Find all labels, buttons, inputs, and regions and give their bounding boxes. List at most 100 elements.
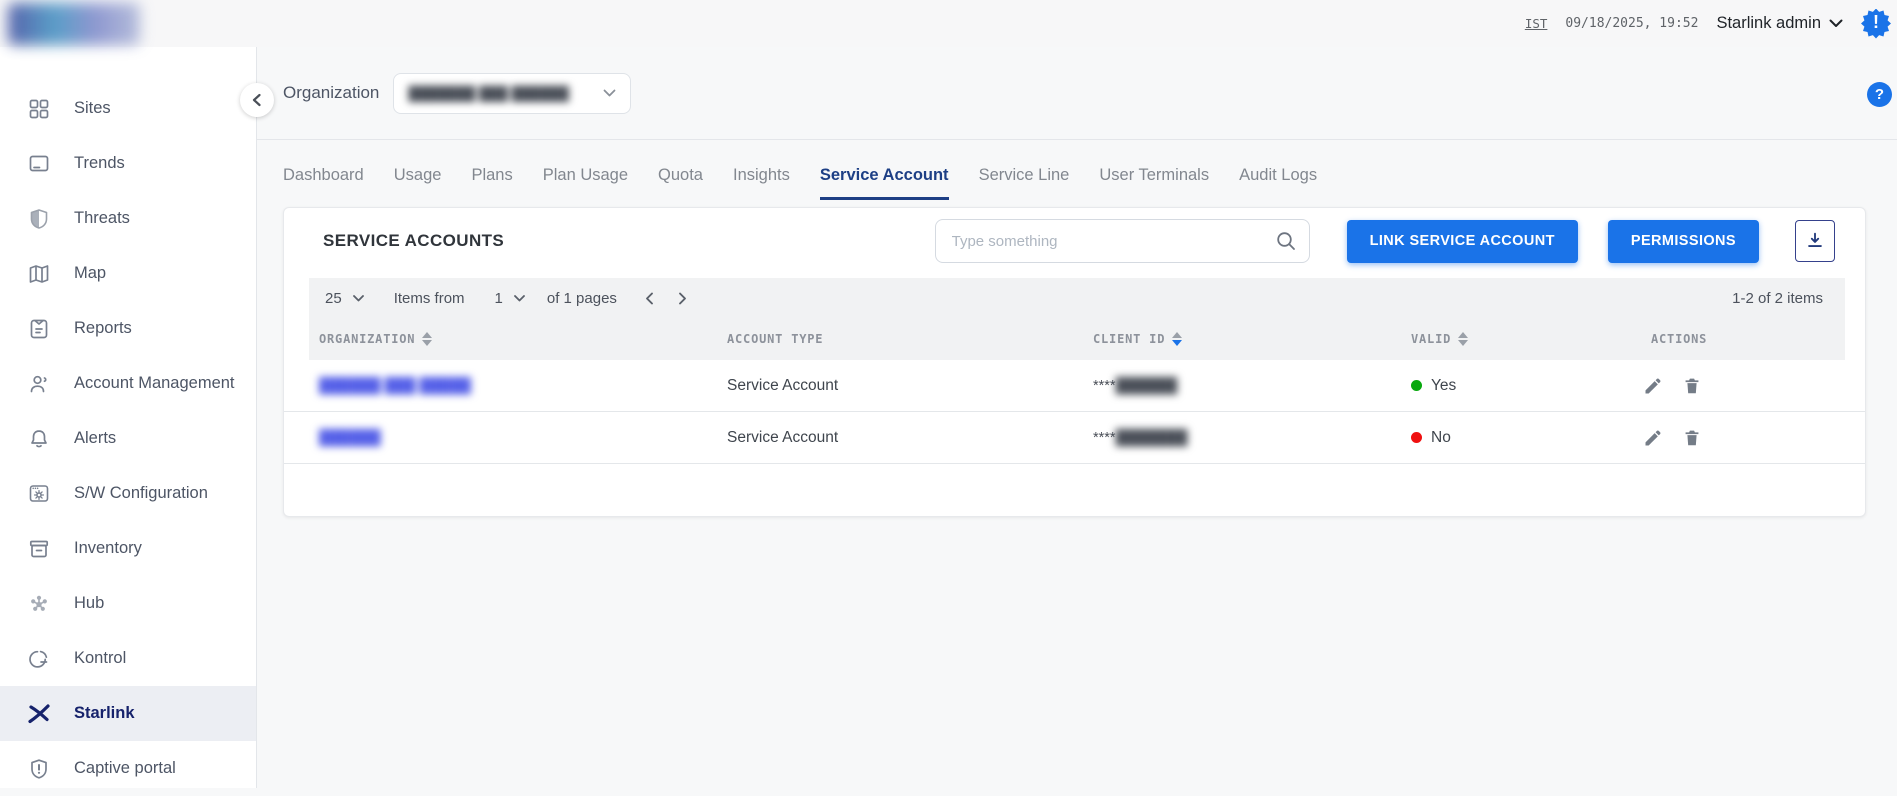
sort-arrows-icon xyxy=(422,332,432,346)
collapse-sidebar-button[interactable] xyxy=(240,83,274,117)
tab-bar: Dashboard Usage Plans Plan Usage Quota I… xyxy=(257,140,1897,200)
tab-quota[interactable]: Quota xyxy=(658,166,703,200)
sidebar-item-label: Map xyxy=(74,264,106,283)
chevron-down-icon xyxy=(514,295,525,302)
trash-icon xyxy=(1682,428,1702,448)
tab-usage[interactable]: Usage xyxy=(394,166,442,200)
starlink-x-icon xyxy=(26,701,52,727)
sidebar-item-trends[interactable]: Trends xyxy=(0,136,256,191)
sidebar-item-account-management[interactable]: Account Management xyxy=(0,356,256,411)
organization-dropdown-value: ███████ ███ ██████ xyxy=(408,86,569,101)
sidebar-item-label: Trends xyxy=(74,154,125,173)
sidebar-item-label: Starlink xyxy=(74,704,135,723)
next-page-button[interactable] xyxy=(678,292,687,305)
grid-icon xyxy=(26,96,52,122)
column-header-client-id[interactable]: CLIENT ID xyxy=(1085,332,1403,346)
tab-service-line[interactable]: Service Line xyxy=(979,166,1070,200)
valid-value: No xyxy=(1431,429,1451,447)
sidebar-item-map[interactable]: Map xyxy=(0,246,256,301)
tab-user-terminals[interactable]: User Terminals xyxy=(1099,166,1209,200)
account-type-value: Service Account xyxy=(719,429,1085,447)
main-content: Organization ███████ ███ ██████ ? Dashbo… xyxy=(257,47,1897,788)
download-button[interactable] xyxy=(1795,220,1835,262)
items-from-label: Items from xyxy=(394,290,465,307)
search-box xyxy=(935,219,1310,263)
sidebar-item-label: Inventory xyxy=(74,539,142,558)
sidebar-item-alerts[interactable]: Alerts xyxy=(0,411,256,466)
window-gear-icon xyxy=(26,481,52,507)
sidebar-item-label: Threats xyxy=(74,209,130,228)
tab-audit-logs[interactable]: Audit Logs xyxy=(1239,166,1317,200)
table-row: ██████ Service Account ****███████ No xyxy=(284,412,1865,464)
user-menu[interactable]: Starlink admin xyxy=(1716,14,1843,33)
column-header-valid[interactable]: VALID xyxy=(1403,332,1633,346)
help-icon[interactable]: ? xyxy=(1867,82,1892,107)
search-input[interactable] xyxy=(935,219,1310,263)
sidebar-item-label: Account Management xyxy=(74,374,235,393)
organization-bar: Organization ███████ ███ ██████ ? xyxy=(257,47,1897,140)
report-icon xyxy=(26,316,52,342)
tab-service-account[interactable]: Service Account xyxy=(820,166,949,200)
hub-icon xyxy=(26,591,52,617)
chevron-down-icon xyxy=(353,295,364,302)
user-menu-label: Starlink admin xyxy=(1716,14,1821,33)
page-value: 1 xyxy=(495,290,503,307)
sidebar-item-reports[interactable]: Reports xyxy=(0,301,256,356)
pencil-icon xyxy=(1643,376,1663,396)
tab-dashboard[interactable]: Dashboard xyxy=(283,166,364,200)
status-dot xyxy=(1411,432,1422,443)
pie-icon xyxy=(26,646,52,672)
column-header-account-type: ACCOUNT TYPE xyxy=(719,332,1085,346)
sidebar-item-sw-configuration[interactable]: S/W Configuration xyxy=(0,466,256,521)
organization-link[interactable]: ██████ ███ █████ xyxy=(319,378,471,394)
sidebar-item-label: Kontrol xyxy=(74,649,126,668)
page-size-select[interactable]: 25 xyxy=(325,290,364,307)
organization-dropdown[interactable]: ███████ ███ ██████ xyxy=(393,73,631,114)
sidebar-item-inventory[interactable]: Inventory xyxy=(0,521,256,576)
sidebar-item-sites[interactable]: Sites xyxy=(0,81,256,136)
previous-page-button[interactable] xyxy=(645,292,654,305)
search-icon[interactable] xyxy=(1274,229,1298,253)
chevron-down-icon xyxy=(603,89,616,97)
box-icon xyxy=(26,536,52,562)
status-dot xyxy=(1411,380,1422,391)
sidebar-item-label: Captive portal xyxy=(74,759,176,778)
account-type-value: Service Account xyxy=(719,377,1085,395)
tab-plans[interactable]: Plans xyxy=(471,166,512,200)
organization-link[interactable]: ██████ xyxy=(319,430,381,446)
timezone-link[interactable]: IST xyxy=(1525,16,1548,31)
sidebar: Sites Trends Threats Map Reports Account… xyxy=(0,47,257,788)
panel-title: SERVICE ACCOUNTS xyxy=(323,231,504,251)
tab-plan-usage[interactable]: Plan Usage xyxy=(543,166,628,200)
shield-half-icon xyxy=(26,206,52,232)
table-header: ORGANIZATION ACCOUNT TYPE CLIENT ID VALI… xyxy=(309,318,1845,360)
pencil-icon xyxy=(1643,428,1663,448)
client-id-value: ****██████ xyxy=(1085,378,1403,394)
sort-arrows-icon xyxy=(1172,332,1182,346)
page-select[interactable]: 1 xyxy=(495,290,525,307)
client-id-value: ****███████ xyxy=(1085,430,1403,446)
bell-icon xyxy=(26,426,52,452)
tab-insights[interactable]: Insights xyxy=(733,166,790,200)
edit-button[interactable] xyxy=(1643,376,1663,396)
sort-arrows-icon xyxy=(1458,332,1468,346)
sidebar-item-threats[interactable]: Threats xyxy=(0,191,256,246)
chevron-down-icon xyxy=(1829,19,1843,28)
sidebar-item-label: S/W Configuration xyxy=(74,484,208,503)
delete-button[interactable] xyxy=(1682,376,1702,396)
table-row: ██████ ███ █████ Service Account ****███… xyxy=(284,360,1865,412)
top-bar: IST 09/18/2025, 19:52 Starlink admin ! xyxy=(0,0,1897,47)
chevron-left-icon xyxy=(251,93,263,107)
notification-badge-icon[interactable]: ! xyxy=(1861,9,1891,39)
sidebar-item-hub[interactable]: Hub xyxy=(0,576,256,631)
sidebar-item-starlink[interactable]: Starlink xyxy=(0,686,256,741)
column-header-organization[interactable]: ORGANIZATION xyxy=(311,332,719,346)
sidebar-item-label: Reports xyxy=(74,319,132,338)
items-range-summary: 1-2 of 2 items xyxy=(1732,290,1823,307)
edit-button[interactable] xyxy=(1643,428,1663,448)
permissions-button[interactable]: PERMISSIONS xyxy=(1608,220,1759,263)
trash-icon xyxy=(1682,376,1702,396)
delete-button[interactable] xyxy=(1682,428,1702,448)
sidebar-item-kontrol[interactable]: Kontrol xyxy=(0,631,256,686)
link-service-account-button[interactable]: LINK SERVICE ACCOUNT xyxy=(1347,220,1578,263)
